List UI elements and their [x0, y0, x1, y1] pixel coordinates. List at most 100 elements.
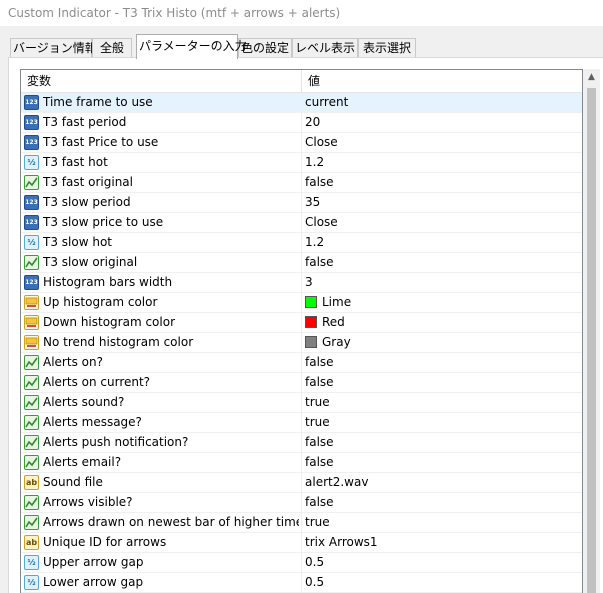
parameter-value[interactable]: Gray: [322, 333, 582, 352]
parameter-value[interactable]: trix Arrows1: [305, 533, 575, 552]
table-row[interactable]: Alerts message? true: [21, 413, 582, 433]
parameter-value[interactable]: 0.5: [305, 553, 575, 572]
parameter-value[interactable]: true: [305, 393, 575, 412]
table-row[interactable]: Alerts on current? false: [21, 373, 582, 393]
table-row[interactable]: Arrows visible? false: [21, 493, 582, 513]
column-header-variable[interactable]: 変数: [21, 70, 301, 92]
grid-header: 変数 値: [21, 70, 582, 93]
table-row[interactable]: ½ T3 slow hot 1.2: [21, 233, 582, 253]
double-icon: ½: [24, 235, 39, 250]
parameter-value[interactable]: Red: [322, 313, 582, 332]
table-row[interactable]: Alerts sound? true: [21, 393, 582, 413]
parameter-value[interactable]: 1.2: [305, 233, 575, 252]
parameter-name: Alerts on?: [43, 355, 103, 369]
table-row[interactable]: 123 Histogram bars width 3: [21, 273, 582, 293]
color-swatch[interactable]: [305, 296, 317, 308]
cell-divider: [301, 473, 302, 493]
cell-divider: [301, 353, 302, 373]
parameter-value[interactable]: Close: [305, 133, 575, 152]
parameter-value[interactable]: 1.2: [305, 153, 575, 172]
cell-divider: [301, 393, 302, 413]
scroll-up-arrow-icon[interactable]: ▲: [583, 69, 600, 86]
parameter-name: Lower arrow gap: [43, 575, 144, 589]
table-row[interactable]: Alerts email? false: [21, 453, 582, 473]
parameter-value[interactable]: false: [305, 373, 575, 392]
integer-icon: 123: [24, 95, 39, 110]
bool-icon: [24, 175, 39, 190]
parameters-grid: 変数 値 123 Time frame to use current 123 T3 fa…: [20, 69, 583, 593]
parameter-value[interactable]: 0.5: [305, 573, 575, 592]
color-icon: [24, 335, 39, 350]
cell-divider: [301, 333, 302, 353]
vertical-scrollbar[interactable]: ▲: [583, 69, 600, 593]
bool-icon: [24, 455, 39, 470]
parameter-name: Upper arrow gap: [43, 555, 144, 569]
parameter-value[interactable]: Lime: [322, 293, 582, 312]
tab-input-parameters[interactable]: パラメーターの入力: [136, 34, 247, 59]
parameter-name: T3 slow hot: [43, 235, 112, 249]
parameter-value[interactable]: false: [305, 433, 575, 452]
bool-icon: [24, 435, 39, 450]
table-row[interactable]: 123 T3 fast period 20: [21, 113, 582, 133]
table-row[interactable]: Alerts on? false: [21, 353, 582, 373]
tab-version-info[interactable]: バージョン情報: [10, 38, 97, 57]
parameter-value[interactable]: 35: [305, 193, 575, 212]
parameter-value[interactable]: false: [305, 253, 575, 272]
table-row[interactable]: 123 T3 fast Price to use Close: [21, 133, 582, 153]
table-row[interactable]: T3 fast original false: [21, 173, 582, 193]
color-icon: [24, 295, 39, 310]
bool-icon: [24, 495, 39, 510]
tab-levels[interactable]: レベル表示: [292, 38, 358, 57]
parameter-name: T3 slow original: [43, 255, 138, 269]
parameter-value[interactable]: 3: [305, 273, 575, 292]
table-row[interactable]: Arrows drawn on newest bar of higher tim…: [21, 513, 582, 533]
parameter-name: Down histogram color: [43, 315, 176, 329]
cell-divider: [301, 453, 302, 473]
parameter-name: Alerts message?: [43, 415, 142, 429]
tab-visualization[interactable]: 表示選択: [358, 38, 416, 57]
color-swatch[interactable]: [305, 336, 317, 348]
parameter-value[interactable]: current: [305, 93, 575, 112]
table-row[interactable]: ab Sound file alert2.wav: [21, 473, 582, 493]
parameter-value[interactable]: false: [305, 173, 575, 192]
integer-icon: 123: [24, 195, 39, 210]
table-row[interactable]: Up histogram color Lime: [21, 293, 582, 313]
table-row[interactable]: 123 Time frame to use current: [21, 93, 582, 113]
table-row[interactable]: No trend histogram color Gray: [21, 333, 582, 353]
scroll-thumb[interactable]: [587, 88, 596, 593]
parameter-name: Up histogram color: [43, 295, 158, 309]
parameter-value[interactable]: Close: [305, 213, 575, 232]
parameter-value[interactable]: false: [305, 353, 575, 372]
double-icon: ½: [24, 155, 39, 170]
parameter-value[interactable]: false: [305, 493, 575, 512]
tab-general[interactable]: 全般: [92, 38, 132, 57]
column-header-value[interactable]: 値: [302, 70, 582, 92]
table-row[interactable]: ab Unique ID for arrows trix Arrows1: [21, 533, 582, 553]
table-row[interactable]: Down histogram color Red: [21, 313, 582, 333]
color-swatch[interactable]: [305, 316, 317, 328]
table-row[interactable]: Alerts push notification? false: [21, 433, 582, 453]
parameter-name: T3 fast hot: [43, 155, 108, 169]
enum-icon: 123: [24, 135, 39, 150]
integer-icon: 123: [24, 275, 39, 290]
cell-divider: [301, 313, 302, 333]
parameter-value[interactable]: alert2.wav: [305, 473, 575, 492]
table-row[interactable]: T3 slow original false: [21, 253, 582, 273]
table-row[interactable]: 123 T3 slow price to use Close: [21, 213, 582, 233]
table-row[interactable]: 123 T3 slow period 35: [21, 193, 582, 213]
table-row[interactable]: ½ T3 fast hot 1.2: [21, 153, 582, 173]
parameter-value[interactable]: false: [305, 453, 575, 472]
enum-icon: 123: [24, 215, 39, 230]
cell-divider: [301, 533, 302, 553]
parameter-value[interactable]: 20: [305, 113, 575, 132]
table-row[interactable]: ½ Lower arrow gap 0.5: [21, 573, 582, 593]
parameter-name: Alerts on current?: [43, 375, 151, 389]
bool-icon: [24, 395, 39, 410]
parameter-name: T3 fast period: [43, 115, 127, 129]
parameter-name: Arrows drawn on newest bar of higher tim…: [43, 515, 299, 529]
table-row[interactable]: ½ Upper arrow gap 0.5: [21, 553, 582, 573]
parameter-value[interactable]: true: [305, 413, 575, 432]
parameter-value[interactable]: true: [305, 513, 575, 532]
cell-divider: [301, 253, 302, 273]
cell-divider: [301, 293, 302, 313]
